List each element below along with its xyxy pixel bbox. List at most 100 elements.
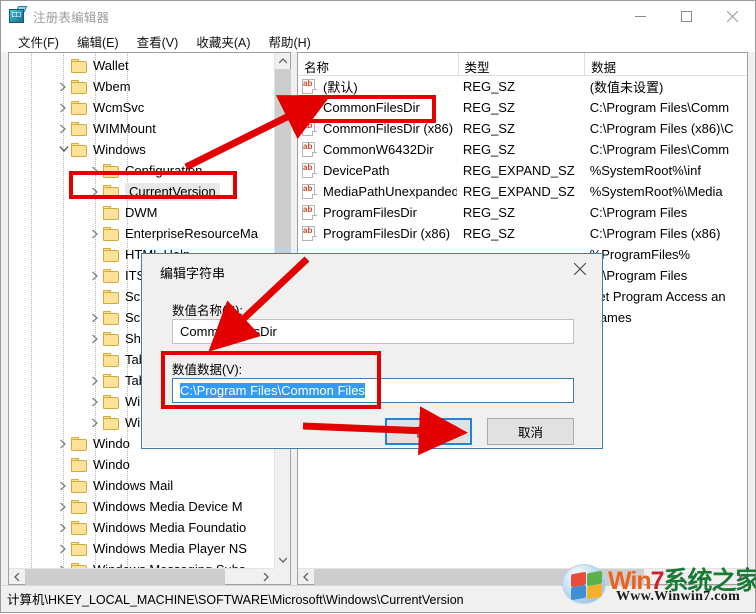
dialog-title: 编辑字符串 (160, 263, 225, 282)
tree-item[interactable]: Windows Messaging Subs (9, 559, 274, 568)
value-name-cell: abProgramFilesDir (298, 205, 457, 220)
list-scroll-left-icon[interactable] (298, 569, 314, 585)
tree-item[interactable]: Windows Media Foundatio (9, 517, 274, 538)
string-value-icon: ab (302, 79, 317, 94)
tree-item[interactable]: Configuration (9, 160, 274, 181)
menu-favorites[interactable]: 收藏夹(A) (187, 30, 259, 54)
registry-value-row[interactable]: abDevicePathREG_EXPAND_SZ%SystemRoot%\in… (298, 160, 747, 181)
string-value-icon: ab (302, 100, 317, 115)
column-data[interactable]: 数据 (584, 53, 747, 75)
tree-scroll-down-icon[interactable] (275, 552, 291, 568)
tree-item-label: Windows Media Foundatio (93, 521, 246, 535)
menu-file[interactable]: 文件(F) (9, 30, 68, 54)
tree-item-label: Wallet (93, 59, 129, 73)
registry-value-row[interactable]: abProgramFilesDir (x86)REG_SZC:\Program … (298, 223, 747, 244)
chevron-right-icon[interactable] (87, 415, 103, 431)
folder-icon (103, 227, 120, 241)
tree-scroll-up-icon[interactable] (275, 53, 291, 69)
chevron-right-icon[interactable] (55, 520, 71, 536)
tree-item[interactable]: Windows Media Player NS (9, 538, 274, 559)
chevron-right-icon[interactable] (87, 268, 103, 284)
tree-leaf-spacer (87, 205, 103, 221)
tree-horizontal-scrollbar[interactable] (9, 568, 274, 584)
value-name-text: MediaPathUnexpanded (323, 184, 457, 199)
value-data-label: 数值数据(V): (172, 359, 242, 378)
value-type-cell: REG_SZ (457, 100, 584, 115)
value-data-cell: (数值未设置) (584, 77, 747, 96)
tree-item[interactable]: CurrentVersion (9, 181, 274, 202)
chevron-right-icon[interactable] (87, 226, 103, 242)
tree-hscroll-thumb[interactable] (25, 569, 225, 585)
folder-icon (71, 143, 88, 157)
chevron-down-icon[interactable] (55, 142, 71, 158)
tree-scroll-left-icon[interactable] (9, 569, 25, 585)
tree-leaf-spacer (87, 352, 103, 368)
menu-help[interactable]: 帮助(H) (259, 30, 319, 54)
tree-item[interactable]: Windows (9, 139, 274, 160)
value-type-cell: REG_SZ (457, 205, 584, 220)
folder-icon (71, 437, 88, 451)
ok-button[interactable]: 确定 (385, 418, 472, 445)
tree-item[interactable]: EnterpriseResourceMa (9, 223, 274, 244)
registry-value-row[interactable]: abMediaPathUnexpandedREG_EXPAND_SZ%Syste… (298, 181, 747, 202)
value-data-cell: C:\Program Files (584, 205, 747, 220)
folder-icon (103, 164, 120, 178)
tree-item-label: Wbem (93, 80, 131, 94)
chevron-right-icon[interactable] (55, 100, 71, 116)
minimize-button[interactable] (617, 1, 663, 31)
registry-value-row[interactable]: abProgramFilesDirREG_SZC:\Program Files (298, 202, 747, 223)
tree-item[interactable]: Wbem (9, 76, 274, 97)
registry-value-row[interactable]: abCommonW6432DirREG_SZC:\Program Files\C… (298, 139, 747, 160)
tree-item[interactable]: Windows Mail (9, 475, 274, 496)
chevron-right-icon[interactable] (55, 478, 71, 494)
column-type[interactable]: 类型 (458, 53, 585, 75)
registry-value-row[interactable]: abCommonFilesDirREG_SZC:\Program Files\C… (298, 97, 747, 118)
value-name-text: ProgramFilesDir (x86) (323, 226, 450, 241)
cancel-button[interactable]: 取消 (487, 418, 574, 445)
chevron-right-icon[interactable] (87, 331, 103, 347)
chevron-right-icon[interactable] (87, 394, 103, 410)
tree-item[interactable]: WIMMount (9, 118, 274, 139)
chevron-right-icon[interactable] (55, 436, 71, 452)
chevron-right-icon[interactable] (87, 163, 103, 179)
tree-item[interactable]: WcmSvc (9, 97, 274, 118)
tree-item[interactable]: DWM (9, 202, 274, 223)
list-scroll-right-icon[interactable] (731, 569, 747, 585)
menu-view[interactable]: 查看(V) (128, 30, 188, 54)
chevron-right-icon[interactable] (87, 373, 103, 389)
value-data-input[interactable]: C:\Program Files\Common Files (172, 378, 574, 403)
dialog-close-button[interactable] (558, 254, 602, 284)
folder-icon (103, 374, 120, 388)
registry-value-row[interactable]: ab(默认)REG_SZ(数值未设置) (298, 76, 747, 97)
cancel-button-label: 取消 (518, 422, 543, 441)
tree-item-label: DWM (125, 206, 158, 220)
chevron-right-icon[interactable] (55, 79, 71, 95)
title-bar: 注册表编辑器 (1, 1, 755, 31)
chevron-right-icon[interactable] (87, 310, 103, 326)
folder-icon (103, 248, 120, 262)
tree-scroll-right-icon[interactable] (258, 569, 274, 585)
chevron-right-icon[interactable] (55, 121, 71, 137)
string-value-icon: ab (302, 205, 317, 220)
value-name-label: 数值名称(N): (172, 300, 243, 319)
column-name[interactable]: 名称 (298, 53, 458, 75)
value-name-input[interactable]: CommonFilesDir (172, 319, 574, 344)
tree-item[interactable]: Windo (9, 454, 274, 475)
close-button[interactable] (709, 1, 755, 31)
tree-leaf-spacer (87, 247, 103, 263)
chevron-right-icon[interactable] (87, 184, 103, 200)
tree-item[interactable]: Windows Media Device M (9, 496, 274, 517)
edit-string-dialog: 编辑字符串 数值名称(N): CommonFilesDir 数值数据(V): C… (141, 253, 603, 449)
tree-item[interactable]: Wallet (9, 55, 274, 76)
chevron-right-icon[interactable] (55, 541, 71, 557)
list-hscroll-thumb[interactable] (314, 569, 644, 585)
value-data-cell: C:\Program Files (x86)\C (584, 121, 747, 136)
list-horizontal-scrollbar[interactable] (298, 568, 747, 584)
registry-value-row[interactable]: abCommonFilesDir (x86)REG_SZC:\Program F… (298, 118, 747, 139)
maximize-button[interactable] (663, 1, 709, 31)
folder-icon (71, 122, 88, 136)
chevron-right-icon[interactable] (55, 499, 71, 515)
status-bar: 计算机\HKEY_LOCAL_MACHINE\SOFTWARE\Microsof… (2, 585, 754, 611)
menu-edit[interactable]: 编辑(E) (68, 30, 128, 54)
value-type-cell: REG_EXPAND_SZ (457, 184, 584, 199)
